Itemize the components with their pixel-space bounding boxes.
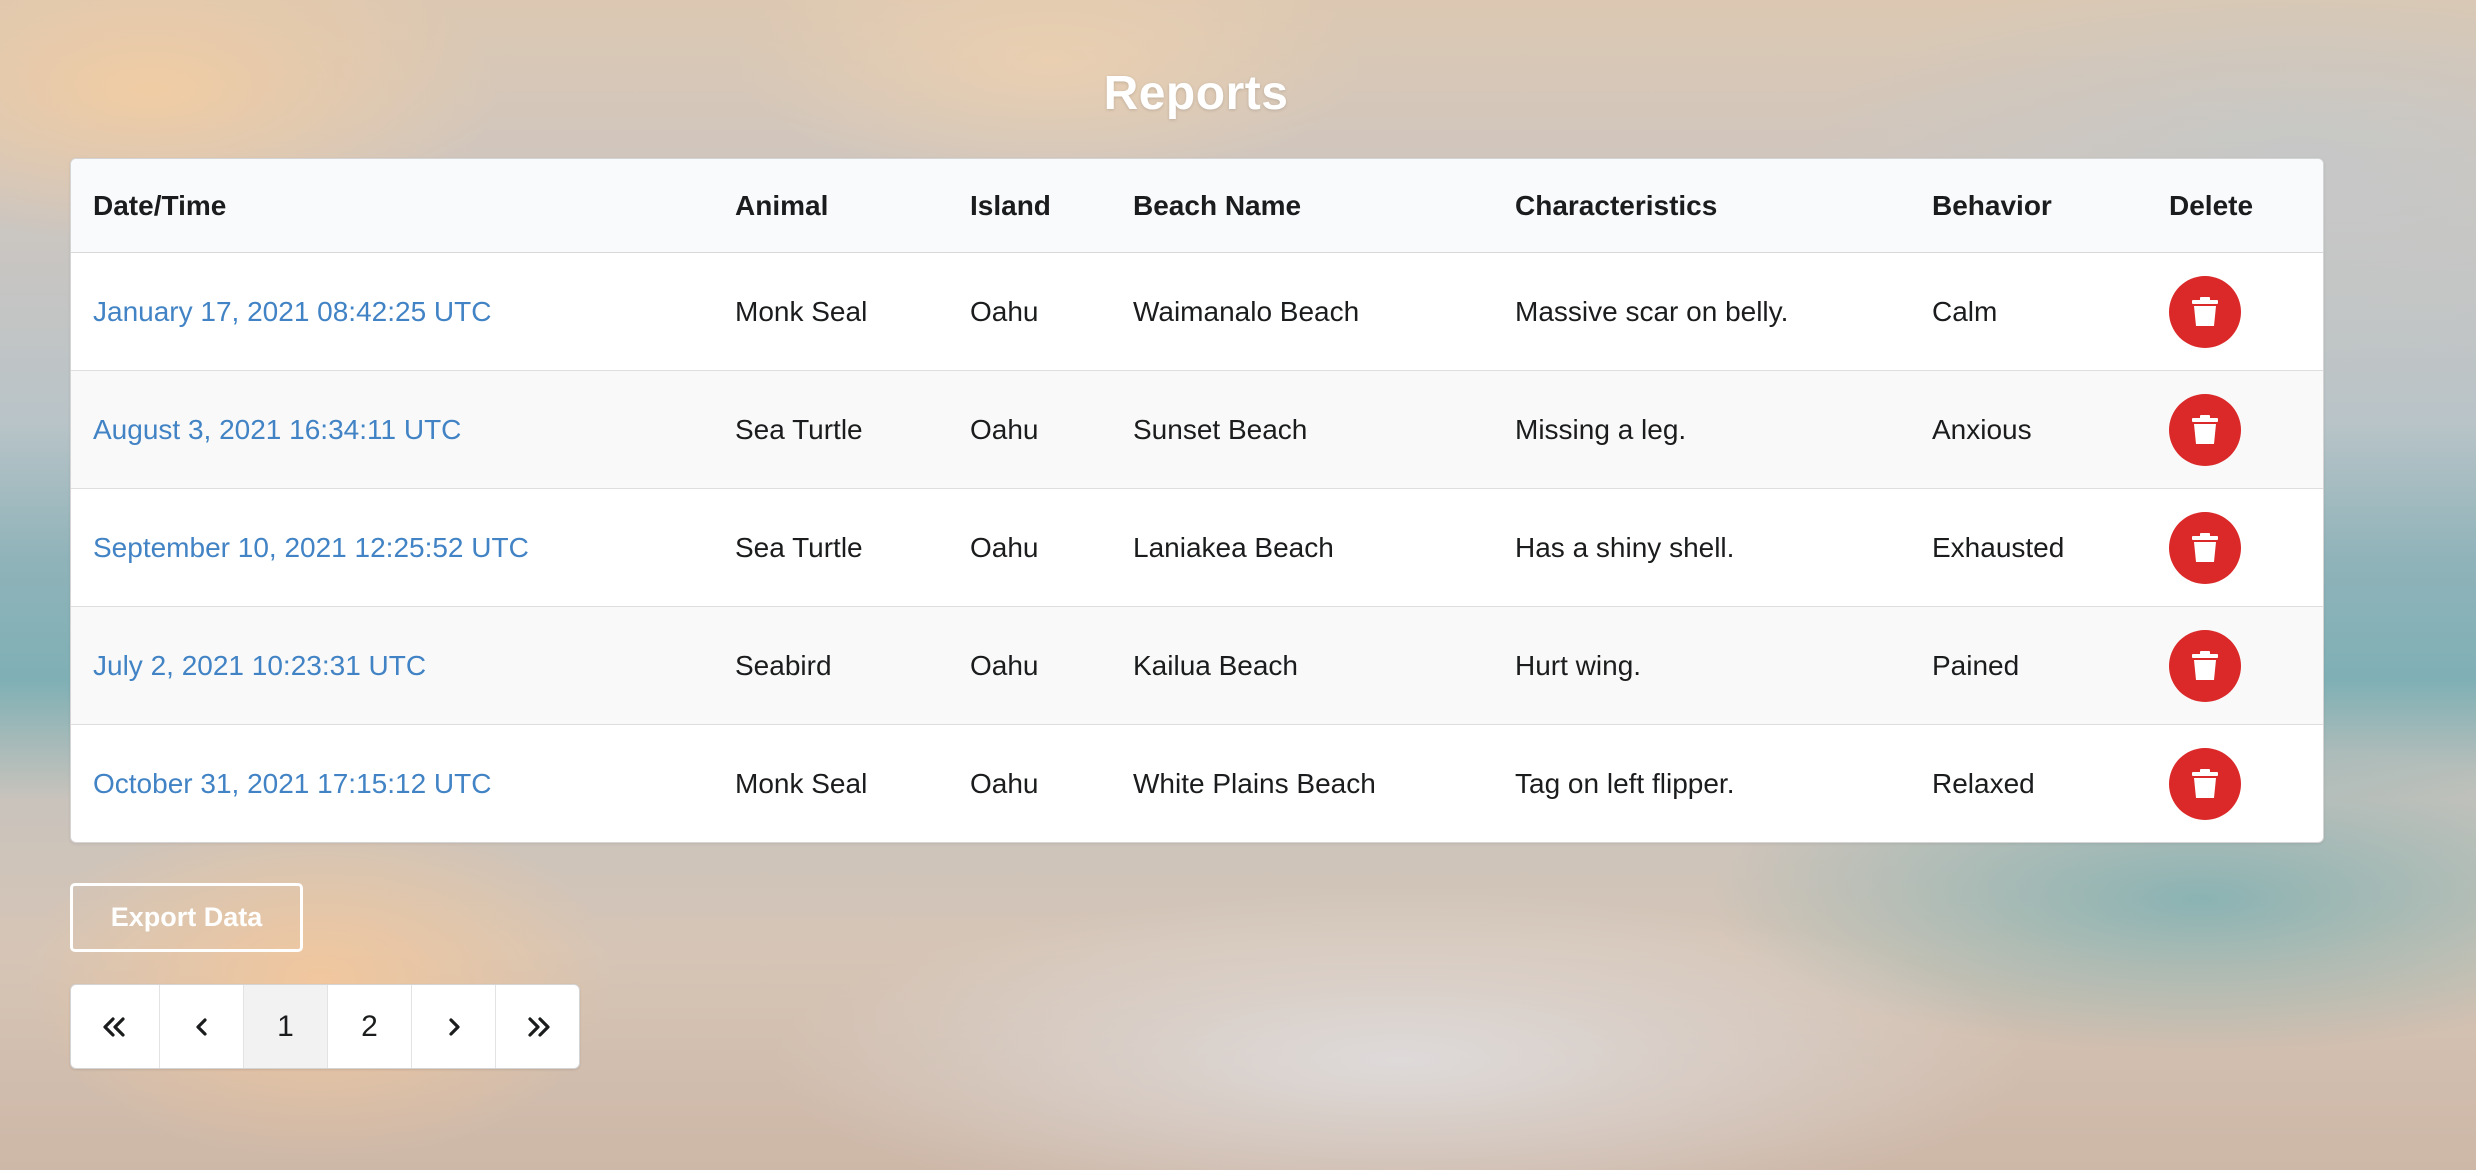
table-row: July 2, 2021 10:23:31 UTC Seabird Oahu K… bbox=[71, 606, 2323, 725]
chevron-left-icon bbox=[195, 1017, 207, 1036]
table-header-row: Date/Time Animal Island Beach Name Chara… bbox=[71, 159, 2323, 253]
report-datetime-link[interactable]: September 10, 2021 12:25:52 UTC bbox=[93, 532, 529, 563]
table-row: August 3, 2021 16:34:11 UTC Sea Turtle O… bbox=[71, 370, 2323, 489]
island-cell: Oahu bbox=[948, 724, 1111, 842]
page-2-button[interactable]: 2 bbox=[327, 985, 411, 1068]
report-datetime-link[interactable]: January 17, 2021 08:42:25 UTC bbox=[93, 296, 491, 327]
behavior-cell: Exhausted bbox=[1910, 488, 2147, 607]
column-header-delete: Delete bbox=[2147, 159, 2323, 253]
characteristics-cell: Hurt wing. bbox=[1493, 606, 1910, 725]
chevron-right-icon bbox=[448, 1017, 460, 1036]
column-header-animal[interactable]: Animal bbox=[713, 159, 948, 253]
table-row: September 10, 2021 12:25:52 UTC Sea Turt… bbox=[71, 488, 2323, 607]
column-header-beach-name[interactable]: Beach Name bbox=[1111, 159, 1493, 253]
report-datetime-link[interactable]: October 31, 2021 17:15:12 UTC bbox=[93, 768, 491, 799]
island-cell: Oahu bbox=[948, 370, 1111, 489]
trash-icon bbox=[2192, 650, 2218, 680]
characteristics-cell: Has a shiny shell. bbox=[1493, 488, 1910, 607]
behavior-cell: Calm bbox=[1932, 295, 1998, 327]
characteristics-cell: Massive scar on belly. bbox=[1515, 295, 1789, 327]
report-datetime-link[interactable]: August 3, 2021 16:34:11 UTC bbox=[93, 414, 461, 445]
page-title: Reports bbox=[1103, 67, 1289, 120]
animal-cell: Sea Turtle bbox=[713, 488, 948, 607]
delete-report-button[interactable] bbox=[2169, 629, 2241, 702]
characteristics-cell: Tag on left flipper. bbox=[1493, 724, 1910, 842]
report-datetime-link[interactable]: July 2, 2021 10:23:31 UTC bbox=[93, 650, 426, 681]
delete-report-button[interactable] bbox=[2169, 393, 2241, 466]
animal-cell: Monk Seal bbox=[735, 295, 868, 327]
behavior-cell: Pained bbox=[1910, 606, 2147, 725]
animal-cell: Sea Turtle bbox=[713, 370, 948, 489]
double-chevron-left-icon bbox=[103, 1016, 125, 1037]
trash-icon bbox=[2192, 532, 2218, 562]
beach-cell: Kailua Beach bbox=[1111, 606, 1493, 725]
behavior-cell: Anxious bbox=[1910, 370, 2147, 489]
previous-page-button[interactable] bbox=[159, 985, 243, 1068]
column-header-characteristics[interactable]: Characteristics bbox=[1493, 159, 1910, 253]
column-header-datetime[interactable]: Date/Time bbox=[71, 159, 713, 253]
page-1-button[interactable]: 1 bbox=[243, 985, 327, 1068]
table-row: January 17, 2021 08:42:25 UTC Monk Seal … bbox=[71, 253, 2323, 371]
behavior-cell: Relaxed bbox=[1910, 724, 2147, 842]
delete-report-button[interactable] bbox=[2169, 511, 2241, 584]
island-cell: Oahu bbox=[948, 488, 1111, 607]
trash-icon bbox=[2192, 296, 2218, 326]
characteristics-cell: Missing a leg. bbox=[1493, 370, 1910, 489]
trash-icon bbox=[2192, 414, 2218, 444]
double-chevron-right-icon bbox=[527, 1016, 550, 1037]
pagination: 1 2 bbox=[70, 984, 580, 1069]
delete-report-button[interactable] bbox=[2169, 275, 2241, 348]
delete-report-button[interactable] bbox=[2169, 747, 2241, 820]
last-page-button[interactable] bbox=[495, 985, 579, 1068]
beach-cell: White Plains Beach bbox=[1111, 724, 1493, 842]
beach-cell: Waimanalo Beach bbox=[1133, 295, 1360, 327]
reports-table: Date/Time Animal Island Beach Name Chara… bbox=[70, 158, 2324, 843]
next-page-button[interactable] bbox=[411, 985, 495, 1068]
beach-cell: Laniakea Beach bbox=[1111, 488, 1493, 607]
column-header-behavior[interactable]: Behavior bbox=[1910, 159, 2147, 253]
first-page-button[interactable] bbox=[71, 985, 159, 1068]
island-cell: Oahu bbox=[970, 295, 1039, 327]
trash-icon bbox=[2192, 768, 2218, 798]
table-row: October 31, 2021 17:15:12 UTC Monk Seal … bbox=[71, 724, 2323, 842]
animal-cell: Monk Seal bbox=[713, 724, 948, 842]
column-header-island[interactable]: Island bbox=[948, 159, 1111, 253]
beach-cell: Sunset Beach bbox=[1111, 370, 1493, 489]
export-data-button[interactable]: Export Data bbox=[70, 883, 303, 952]
island-cell: Oahu bbox=[948, 606, 1111, 725]
animal-cell: Seabird bbox=[713, 606, 948, 725]
